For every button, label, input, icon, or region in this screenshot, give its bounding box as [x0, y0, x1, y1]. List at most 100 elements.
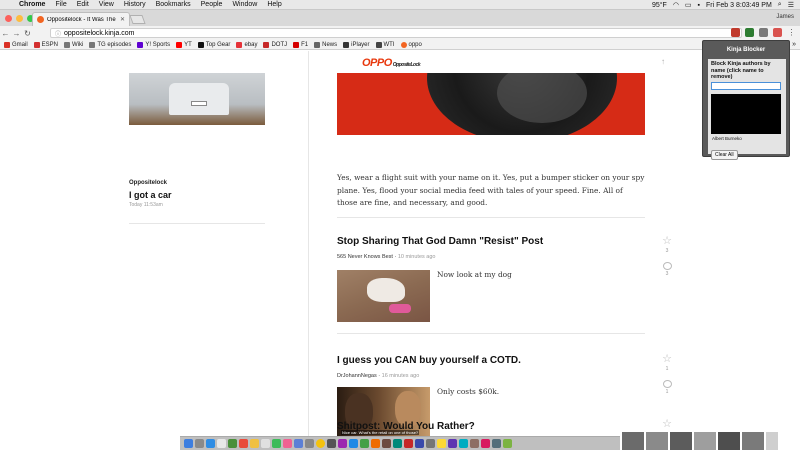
bookmark-wti[interactable]: WTI	[375, 41, 395, 48]
menu-app-name[interactable]: Chrome	[14, 1, 50, 8]
post-title[interactable]: I guess you CAN buy yourself a COTD.	[337, 355, 521, 366]
dock-app-icon[interactable]	[382, 439, 391, 448]
extension-generic-icon[interactable]	[759, 28, 768, 37]
weather-temperature[interactable]: 95°F	[652, 2, 667, 9]
dock-app-icon[interactable]	[470, 439, 479, 448]
messages-icon[interactable]	[272, 439, 281, 448]
dock-app-icon[interactable]	[415, 439, 424, 448]
close-tab-icon[interactable]: ✕	[120, 16, 125, 23]
minimized-window-thumbnail[interactable]	[718, 432, 740, 450]
tab-oppositelock[interactable]: Oppositelock - It Was The Be ✕	[32, 12, 130, 26]
reload-icon[interactable]: ↻	[22, 29, 33, 38]
flag-icon[interactable]: ▪	[698, 2, 700, 9]
bookmark-f1[interactable]: F1	[293, 41, 308, 48]
dock-app-icon[interactable]	[360, 439, 369, 448]
chrome-dock-icon[interactable]	[316, 439, 325, 448]
extension-download-icon[interactable]	[745, 28, 754, 37]
maps-icon[interactable]	[228, 439, 237, 448]
dock-app-icon[interactable]	[437, 439, 446, 448]
comment-icon[interactable]	[662, 380, 672, 388]
notes-icon[interactable]	[250, 439, 259, 448]
system-preferences-icon[interactable]	[305, 439, 314, 448]
star-icon[interactable]: ☆	[661, 354, 673, 365]
battery-icon[interactable]: ▭	[685, 1, 692, 9]
author-name-input[interactable]	[711, 81, 781, 90]
url-text[interactable]: oppositelock.kinja.com	[64, 30, 134, 37]
blocked-authors-list[interactable]	[711, 93, 781, 134]
kinja-blocker-extension-icon[interactable]	[773, 28, 782, 37]
bookmark-news[interactable]: News	[314, 41, 337, 48]
minimize-window-button[interactable]	[16, 15, 23, 22]
scroll-to-top-icon[interactable]: ↑	[661, 57, 665, 66]
site-logo[interactable]: OPPOOppositeLock	[362, 57, 421, 69]
dock-app-icon[interactable]	[426, 439, 435, 448]
post-author[interactable]: 565 Never Knows Best	[337, 254, 393, 260]
minimized-window-thumbnail[interactable]	[742, 432, 764, 450]
address-bar[interactable]: ⓘ oppositelock.kinja.com ★	[50, 28, 742, 38]
bookmark-espn[interactable]: ESPN	[33, 41, 58, 48]
bookmark-oppo[interactable]: oppo	[400, 41, 422, 48]
blocked-author-entry[interactable]: Albert Burneko	[712, 136, 782, 141]
minimized-window-thumbnail[interactable]	[622, 432, 644, 450]
list-icon[interactable]: ☰	[788, 1, 794, 9]
sidebar-post-image[interactable]	[129, 73, 265, 125]
menu-edit[interactable]: Edit	[72, 1, 94, 8]
dock-app-icon[interactable]	[393, 439, 402, 448]
lead-article-image[interactable]	[337, 73, 645, 135]
reminders-icon[interactable]	[261, 439, 270, 448]
finder-icon[interactable]	[184, 439, 193, 448]
dock-app-icon[interactable]	[338, 439, 347, 448]
new-tab-button[interactable]	[129, 15, 146, 24]
dock-app-icon[interactable]	[448, 439, 457, 448]
post-title[interactable]: Stop Sharing That God Damn "Resist" Post	[337, 236, 543, 247]
bookmark-top-gear[interactable]: Top Gear	[197, 41, 230, 48]
calendar-icon[interactable]	[239, 439, 248, 448]
dock-app-icon[interactable]	[459, 439, 468, 448]
menu-file[interactable]: File	[50, 1, 71, 8]
clock[interactable]: Fri Feb 3 8:03:49 PM	[706, 2, 772, 9]
bookmark-dotj[interactable]: DOTJ	[263, 41, 287, 48]
post-author[interactable]: DrJohannNegas	[337, 373, 377, 379]
comment-icon[interactable]	[662, 262, 672, 270]
bookmark-ebay[interactable]: ebay	[236, 41, 257, 48]
itunes-icon[interactable]	[283, 439, 292, 448]
bookmark-gmail[interactable]: Gmail	[4, 41, 28, 48]
bookmark-yahoo-sports[interactable]: Y! Sports	[137, 41, 170, 48]
bookmarks-overflow-icon[interactable]: »	[792, 41, 796, 48]
info-icon[interactable]: ⓘ	[55, 29, 61, 38]
trash-icon[interactable]	[766, 432, 778, 450]
app-store-icon[interactable]	[294, 439, 303, 448]
dock-app-icon[interactable]	[404, 439, 413, 448]
profile-name[interactable]: James	[776, 14, 794, 20]
menu-people[interactable]: People	[196, 1, 228, 8]
menu-history[interactable]: History	[119, 1, 151, 8]
dock-app-icon[interactable]	[492, 439, 501, 448]
sidebar-post-category[interactable]: Oppositelock	[129, 180, 167, 186]
launchpad-icon[interactable]	[195, 439, 204, 448]
post-thumbnail[interactable]	[337, 270, 430, 322]
menu-bookmarks[interactable]: Bookmarks	[151, 1, 196, 8]
minimized-window-thumbnail[interactable]	[670, 432, 692, 450]
dock-app-icon[interactable]	[349, 439, 358, 448]
bookmark-iplayer[interactable]: iPlayer	[343, 41, 370, 48]
bookmark-tg-episodes[interactable]: TG episodes	[89, 41, 131, 48]
dock-app-icon[interactable]	[481, 439, 490, 448]
chrome-menu-icon[interactable]: ⋮	[787, 28, 796, 37]
dock-app-icon[interactable]	[503, 439, 512, 448]
bookmark-yt[interactable]: YT	[176, 41, 192, 48]
star-icon[interactable]: ☆	[661, 236, 673, 247]
menu-window[interactable]: Window	[227, 1, 262, 8]
forward-icon[interactable]: →	[11, 29, 22, 38]
search-icon[interactable]: ⌕	[778, 1, 782, 9]
bookmark-wiki[interactable]: Wiki	[64, 41, 83, 48]
terminal-icon[interactable]	[327, 439, 336, 448]
close-window-button[interactable]	[5, 15, 12, 22]
mail-icon[interactable]	[217, 439, 226, 448]
minimized-window-thumbnail[interactable]	[694, 432, 716, 450]
extension-lastpass-icon[interactable]	[731, 28, 740, 37]
menu-help[interactable]: Help	[262, 1, 286, 8]
wifi-icon[interactable]: ◠	[673, 1, 679, 9]
clear-all-button[interactable]: Clear All	[711, 149, 738, 160]
back-icon[interactable]: ←	[0, 29, 11, 38]
sidebar-post-title[interactable]: I got a car	[129, 190, 172, 200]
